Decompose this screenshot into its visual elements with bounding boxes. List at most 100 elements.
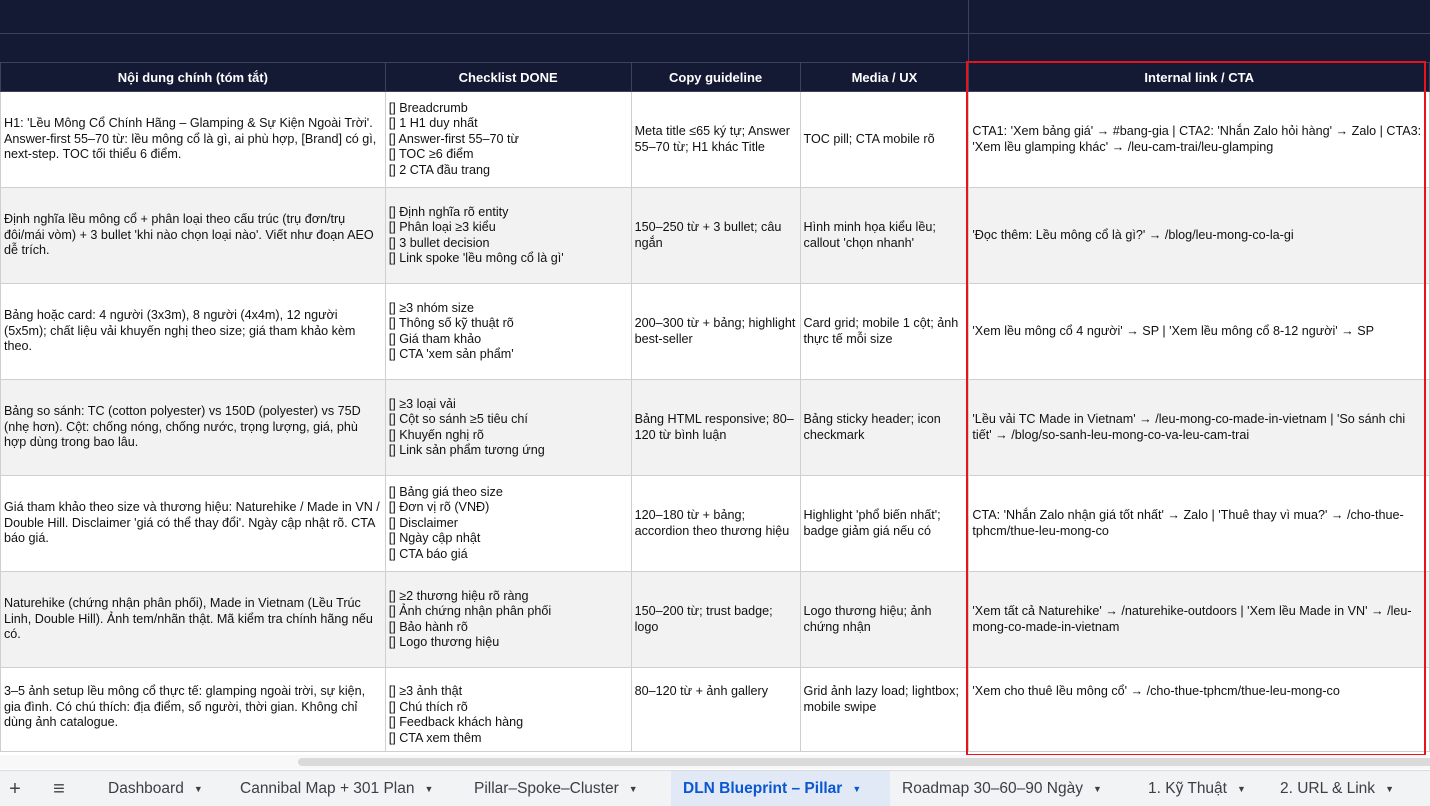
checklist-item: [] 3 bullet decision [388, 235, 490, 250]
cell-link[interactable]: CTA: 'Nhắn Zalo nhận giá tốt nhất' → Zal… [968, 475, 1430, 572]
tab-label: 2. URL & Link [1280, 779, 1376, 797]
sheet-tab-dashboard[interactable]: Dashboard ▼ [108, 771, 203, 806]
all-sheets-menu-icon[interactable]: ≡ [45, 777, 73, 801]
cell-media[interactable]: Highlight 'phổ biến nhất'; badge giảm gi… [799, 475, 970, 572]
col-header-link[interactable]: Internal link / CTA [968, 62, 1430, 92]
spreadsheet-grid: Nội dung chính (tóm tắt) Checklist DONE … [0, 62, 1430, 752]
checklist-item: [] Khuyến nghị rõ [388, 427, 484, 442]
cell-content[interactable]: Định nghĩa lều mông cổ + phân loại theo … [0, 187, 386, 284]
checklist-item: [] Thông số kỹ thuật rõ [388, 316, 514, 330]
checklist-item: [] ≥3 nhóm size [388, 300, 475, 315]
sheet-tab-ky-thuat[interactable]: 1. Kỹ Thuật ▼ [1148, 771, 1246, 806]
cell-copy[interactable]: Bảng HTML responsive; 80–120 từ bình luậ… [630, 379, 801, 476]
cell-media[interactable]: Bảng sticky header; icon checkmark [799, 379, 970, 476]
checklist-item: [] Định nghĩa rõ entity [388, 204, 509, 219]
cell-media[interactable]: Grid ảnh lazy load; lightbox; mobile swi… [799, 667, 970, 752]
checklist-item: [] Breadcrumb [388, 100, 468, 115]
frozen-header-band [0, 0, 1430, 62]
checklist-item: [] ≥3 loại vải [388, 396, 456, 411]
cell-link[interactable]: 'Xem tất cả Naturehike' → /naturehike-ou… [968, 571, 1430, 668]
table-row: 3–5 ảnh setup lều mông cổ thực tế: glamp… [0, 667, 1430, 752]
cell-checklist[interactable]: [] ≥3 nhóm size [] Thông số kỹ thuật rõ … [384, 283, 632, 380]
header-divider [0, 33, 1430, 34]
cell-content[interactable]: Naturehike (chứng nhận phân phối), Made … [0, 571, 386, 668]
cell-content[interactable]: Bảng hoặc card: 4 người (3x3m), 8 người … [0, 283, 386, 380]
cell-checklist[interactable]: [] Breadcrumb [] 1 H1 duy nhất [] Answer… [384, 91, 632, 188]
col-header-checklist[interactable]: Checklist DONE [384, 62, 632, 92]
cell-media[interactable]: Logo thương hiệu; ảnh chứng nhận [799, 571, 970, 668]
chevron-down-icon[interactable]: ▼ [1385, 784, 1394, 794]
checklist-item: [] Giá tham khảo [388, 331, 482, 346]
table-row: Bảng so sánh: TC (cotton polyester) vs 1… [0, 379, 1430, 476]
cell-checklist[interactable]: [] Bảng giá theo size [] Đơn vị rõ (VNĐ)… [384, 475, 632, 572]
chevron-down-icon[interactable]: ▼ [194, 784, 203, 794]
table-row: Bảng hoặc card: 4 người (3x3m), 8 người … [0, 283, 1430, 380]
checklist-item: [] Answer-first 55–70 từ [388, 131, 519, 146]
checklist-item: [] Cột so sánh ≥5 tiêu chí [388, 412, 528, 426]
checklist-item: [] Bảo hành rõ [388, 619, 468, 634]
cell-link[interactable]: 'Lều vải TC Made in Vietnam' → /leu-mong… [968, 379, 1430, 476]
chevron-down-icon[interactable]: ▼ [425, 784, 434, 794]
cell-content[interactable]: H1: 'Lều Mông Cổ Chính Hãng – Glamping &… [0, 91, 386, 188]
horizontal-scrollbar[interactable] [0, 755, 1430, 769]
checklist-item: [] Chú thích rõ [388, 699, 468, 714]
cell-content[interactable]: Giá tham khảo theo size và thương hiệu: … [0, 475, 386, 572]
checklist-item: [] Link spoke 'lều mông cổ là gì' [388, 251, 564, 265]
checklist-item: [] Disclaimer [388, 515, 458, 530]
checklist-item: [] 2 CTA đầu trang [388, 162, 490, 177]
cell-link[interactable]: CTA1: 'Xem bảng giá' → #bang-gia | CTA2:… [968, 91, 1430, 188]
table-row: H1: 'Lều Mông Cổ Chính Hãng – Glamping &… [0, 91, 1430, 188]
sheet-tab-url-link[interactable]: 2. URL & Link ▼ [1280, 771, 1394, 806]
checklist-item: [] TOC ≥6 điểm [388, 147, 474, 162]
checklist-item: [] Bảng giá theo size [388, 484, 503, 499]
table-row: Giá tham khảo theo size và thương hiệu: … [0, 475, 1430, 572]
cell-media[interactable]: TOC pill; CTA mobile rõ [799, 91, 970, 188]
cell-copy[interactable]: 150–200 từ; trust badge; logo [630, 571, 801, 668]
checklist-item: [] Ngày cập nhật [388, 531, 481, 546]
cell-content[interactable]: Bảng so sánh: TC (cotton polyester) vs 1… [0, 379, 386, 476]
cell-link[interactable]: 'Đọc thêm: Lều mông cổ là gì?' → /blog/l… [968, 187, 1430, 284]
cell-copy[interactable]: Meta title ≤65 ký tự; Answer 55–70 từ; H… [630, 91, 801, 188]
sheet-tab-dln-blueprint-pillar[interactable]: DLN Blueprint – Pillar ▼ [671, 771, 890, 806]
tab-label: Cannibal Map + 301 Plan [240, 779, 415, 797]
checklist-item: [] 1 H1 duy nhất [388, 116, 478, 131]
sheet-tab-pillar-spoke-cluster[interactable]: Pillar–Spoke–Cluster ▼ [474, 771, 638, 806]
checklist-item: [] Feedback khách hàng [388, 715, 524, 729]
chevron-down-icon[interactable]: ▼ [1237, 784, 1246, 794]
cell-copy[interactable]: 80–120 từ + ảnh gallery [630, 667, 801, 752]
cell-link[interactable]: 'Xem cho thuê lều mông cổ' → /cho-thue-t… [968, 667, 1430, 752]
checklist-item: [] Ảnh chứng nhận phân phối [388, 604, 552, 618]
cell-content[interactable]: 3–5 ảnh setup lều mông cổ thực tế: glamp… [0, 667, 386, 752]
checklist-item: [] CTA báo giá [388, 546, 468, 561]
cell-checklist[interactable]: [] Định nghĩa rõ entity [] Phân loại ≥3 … [384, 187, 632, 284]
col-header-media[interactable]: Media / UX [799, 62, 970, 92]
cell-copy[interactable]: 120–180 từ + bảng; accordion theo thương… [630, 475, 801, 572]
cell-media[interactable]: Hình minh họa kiểu lều; callout 'chọn nh… [799, 187, 970, 284]
tab-label: Pillar–Spoke–Cluster [474, 779, 619, 797]
cell-checklist[interactable]: [] ≥2 thương hiệu rõ ràng [] Ảnh chứng n… [384, 571, 632, 668]
checklist-item: [] CTA xem thêm [388, 730, 482, 745]
table-row: Định nghĩa lều mông cổ + phân loại theo … [0, 187, 1430, 284]
cell-media[interactable]: Card grid; mobile 1 cột; ảnh thực tế mỗi… [799, 283, 970, 380]
checklist-item: [] Phân loại ≥3 kiểu [388, 220, 496, 234]
cell-checklist[interactable]: [] ≥3 loại vải [] Cột so sánh ≥5 tiêu ch… [384, 379, 632, 476]
cell-link[interactable]: 'Xem lều mông cổ 4 người' → SP | 'Xem lề… [968, 283, 1430, 380]
chevron-down-icon[interactable]: ▼ [852, 784, 861, 794]
chevron-down-icon[interactable]: ▼ [1093, 784, 1102, 794]
tab-label: 1. Kỹ Thuật [1148, 779, 1227, 797]
col-header-copy[interactable]: Copy guideline [630, 62, 801, 92]
checklist-item: [] CTA 'xem sản phẩm' [388, 347, 514, 361]
sheet-tab-cannibal-map[interactable]: Cannibal Map + 301 Plan ▼ [240, 771, 433, 806]
add-sheet-icon[interactable]: + [1, 777, 29, 801]
cell-copy[interactable]: 200–300 từ + bảng; highlight best-seller [630, 283, 801, 380]
column-header-row: Nội dung chính (tóm tắt) Checklist DONE … [0, 62, 1430, 92]
cell-copy[interactable]: 150–250 từ + 3 bullet; câu ngắn [630, 187, 801, 284]
checklist-item: [] Logo thương hiệu [388, 635, 500, 649]
checklist-item: [] ≥3 ảnh thật [388, 684, 463, 698]
chevron-down-icon[interactable]: ▼ [629, 784, 638, 794]
col-header-content[interactable]: Nội dung chính (tóm tắt) [0, 62, 386, 92]
sheet-tab-roadmap[interactable]: Roadmap 30–60–90 Ngày ▼ [902, 771, 1102, 806]
tab-label: Roadmap 30–60–90 Ngày [902, 779, 1083, 797]
scrollbar-thumb[interactable] [298, 758, 1430, 766]
cell-checklist[interactable]: [] ≥3 ảnh thật [] Chú thích rõ [] Feedba… [384, 667, 632, 752]
